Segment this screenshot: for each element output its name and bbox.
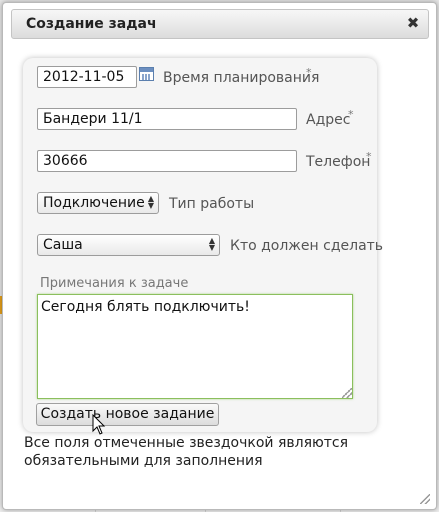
close-icon[interactable]: ✖: [405, 15, 421, 31]
required-note-line-2: обязательными для заполнения: [24, 453, 263, 469]
required-fields-note: Все поля отмеченные звездочкой являются …: [24, 434, 354, 470]
required-marker: *: [306, 66, 312, 79]
work-type-select[interactable]: Подключение ▲ ▼: [37, 192, 159, 214]
textarea-resize-icon[interactable]: [342, 388, 352, 398]
create-task-button[interactable]: Создать новое задание: [36, 403, 219, 426]
required-note-line-1: Все поля отмеченные звездочкой являются: [24, 435, 349, 451]
notes-textarea[interactable]: Сегодня блять подключить!: [37, 294, 353, 399]
address-label: Адрес: [306, 112, 351, 128]
assignee-select[interactable]: Саша ▲ ▼: [37, 234, 220, 256]
address-input[interactable]: Бандери 11/1: [37, 108, 297, 130]
select-arrows-icon: ▲ ▼: [208, 236, 215, 252]
assignee-value: Саша: [43, 237, 83, 253]
work-type-value: Подключение: [43, 195, 145, 211]
required-marker: *: [348, 108, 354, 121]
notes-text: Сегодня блять подключить!: [41, 299, 250, 315]
mouse-cursor-icon: [92, 414, 106, 435]
dialog-resize-icon[interactable]: [420, 494, 430, 504]
date-label: Время планирования: [163, 70, 320, 86]
phone-label: Телефон: [306, 154, 371, 170]
work-type-label: Тип работы: [169, 196, 255, 212]
dialog-title: Создание задач: [26, 16, 157, 32]
required-marker: *: [366, 150, 372, 163]
phone-input[interactable]: 30666: [37, 150, 297, 172]
calendar-icon[interactable]: [139, 67, 154, 81]
date-input[interactable]: 2012-11-05: [37, 66, 137, 88]
notes-label: Примечания к задаче: [40, 276, 189, 291]
assignee-label: Кто должен сделать: [230, 238, 384, 254]
select-arrows-icon: ▲ ▼: [147, 194, 154, 210]
dialog-titlebar[interactable]: Создание задач ✖: [11, 9, 429, 39]
